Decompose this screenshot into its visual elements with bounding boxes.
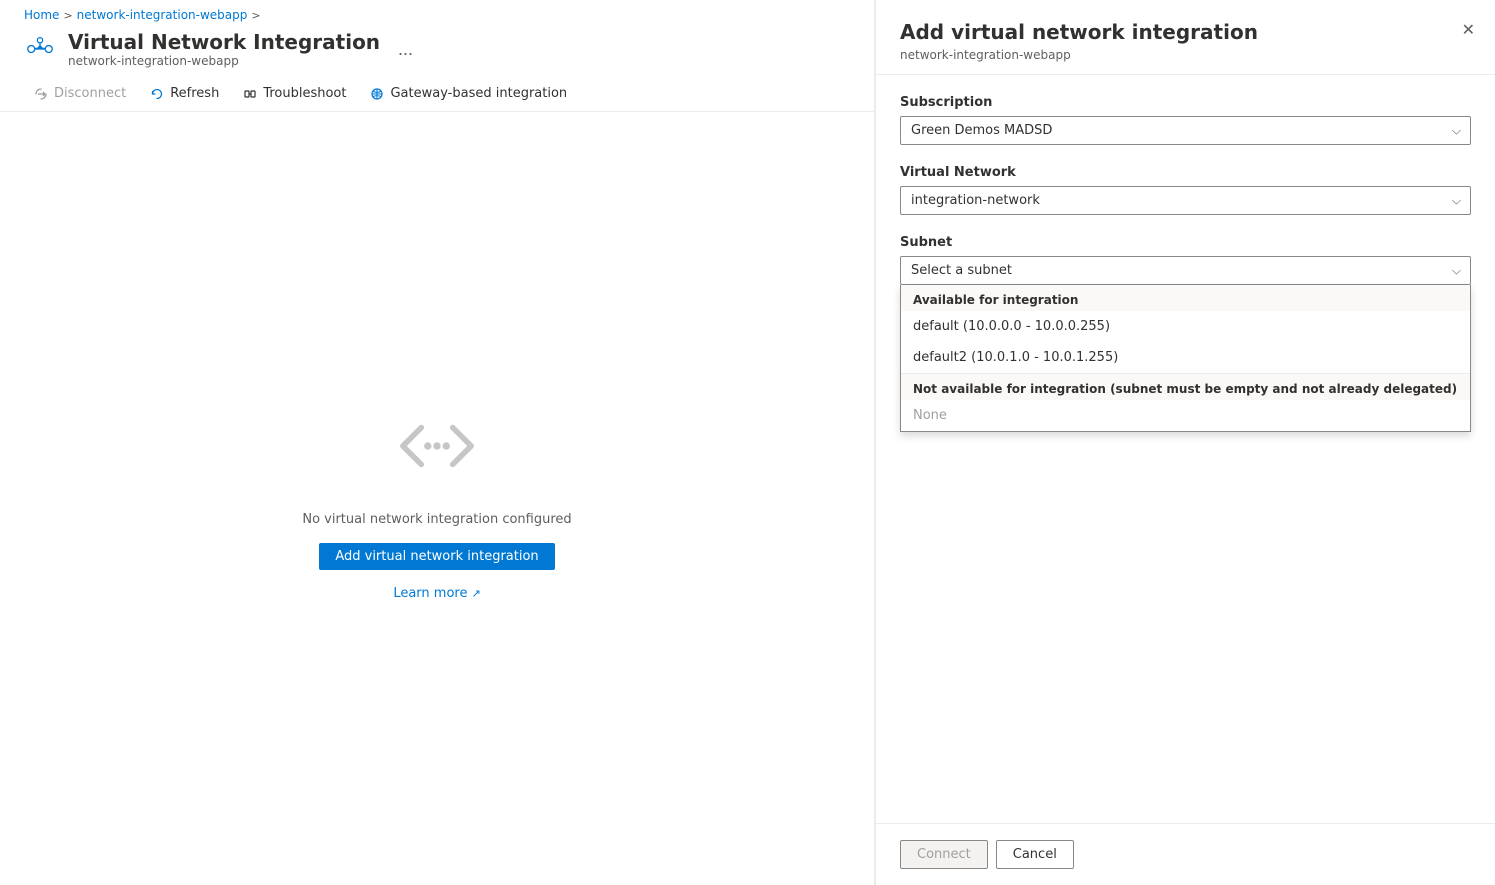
cancel-button[interactable]: Cancel [996,840,1074,869]
vnet-label: Virtual Network [900,165,1471,180]
learn-more-label: Learn more [393,586,467,601]
connect-button: Connect [900,840,988,869]
panel-footer: Connect Cancel [876,823,1495,885]
empty-state-message: No virtual network integration configure… [302,512,571,527]
disconnect-icon [34,87,48,101]
subnet-label: Subnet [900,235,1471,250]
learn-more-link[interactable]: Learn more ↗ [393,586,480,601]
panel-close-button[interactable]: ✕ [1458,16,1479,44]
subnet-option-default2[interactable]: default2 (10.0.1.0 - 10.0.1.255) [901,342,1470,373]
disconnect-label: Disconnect [54,86,126,101]
subnet-group: Subnet Select a subnet ⌵ Available for i… [900,235,1471,285]
gateway-icon [370,87,384,101]
subnet-select-wrapper: Select a subnet ⌵ [900,256,1471,285]
refresh-label: Refresh [170,86,219,101]
page-title: Virtual Network Integration [68,30,380,54]
subscription-select-wrapper: Green Demos MADSD ⌵ [900,116,1471,145]
subscription-label: Subscription [900,95,1471,110]
vnet-icon [24,33,56,65]
breadcrumb-sep1: > [63,9,72,22]
subnet-option-default[interactable]: default (10.0.0.0 - 10.0.0.255) [901,311,1470,342]
troubleshoot-button[interactable]: Troubleshoot [233,80,356,107]
page-header: Virtual Network Integration network-inte… [0,26,874,76]
vnet-group: Virtual Network integration-network ⌵ [900,165,1471,215]
unavailable-group-header: Not available for integration (subnet mu… [901,373,1470,400]
subnet-dropdown: Available for integration default (10.0.… [900,285,1471,432]
troubleshoot-icon [243,87,257,101]
page-title-group: Virtual Network Integration network-inte… [68,30,380,68]
main-panel: Home > network-integration-webapp > Virt… [0,0,875,885]
subnet-option-none: None [901,400,1470,431]
subnet-select[interactable]: Select a subnet [900,256,1471,285]
breadcrumb-home[interactable]: Home [24,8,59,22]
troubleshoot-label: Troubleshoot [263,86,346,101]
gateway-button[interactable]: Gateway-based integration [360,80,577,107]
refresh-button[interactable]: Refresh [140,80,229,107]
disconnect-button[interactable]: Disconnect [24,80,136,107]
content-area: No virtual network integration configure… [0,112,874,885]
breadcrumb: Home > network-integration-webapp > [0,0,874,26]
more-options-button[interactable]: ... [392,37,419,62]
panel-body: Subscription Green Demos MADSD ⌵ Virtual… [876,75,1495,823]
panel-header: Add virtual network integration network-… [876,0,1495,75]
subscription-select[interactable]: Green Demos MADSD [900,116,1471,145]
toolbar: Disconnect Refresh Troubleshoot [0,76,874,112]
vnet-select[interactable]: integration-network [900,186,1471,215]
panel-subtitle: network-integration-webapp [900,48,1471,62]
page-subtitle: network-integration-webapp [68,54,380,68]
empty-state-icon [377,396,497,496]
vnet-select-wrapper: integration-network ⌵ [900,186,1471,215]
available-group-header: Available for integration [901,285,1470,311]
external-link-icon: ↗ [471,587,480,600]
breadcrumb-sep2: > [251,9,260,22]
side-panel: Add virtual network integration network-… [875,0,1495,885]
refresh-icon [150,87,164,101]
add-vnet-button[interactable]: Add virtual network integration [319,543,554,570]
subscription-group: Subscription Green Demos MADSD ⌵ [900,95,1471,145]
gateway-label: Gateway-based integration [390,86,567,101]
breadcrumb-webapp[interactable]: network-integration-webapp [77,8,248,22]
panel-title: Add virtual network integration [900,20,1471,44]
